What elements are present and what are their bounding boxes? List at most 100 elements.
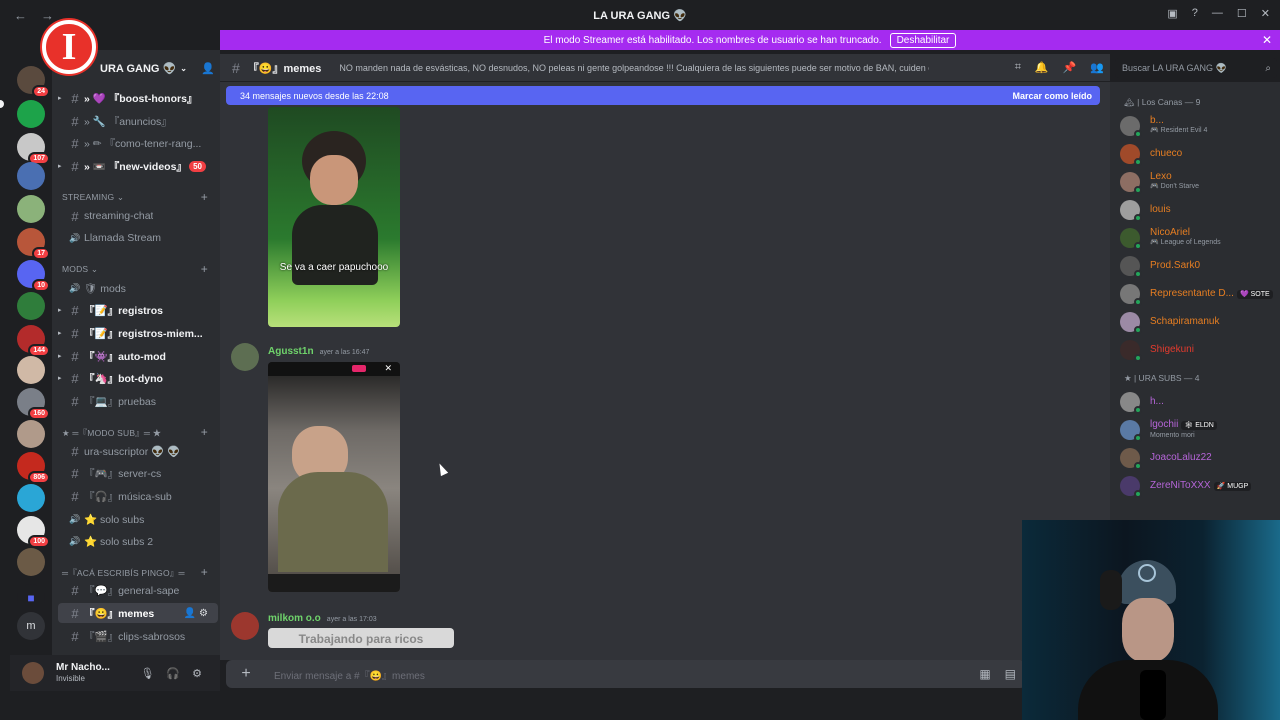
member-item[interactable]: JoacoLaluz22 [1120, 445, 1280, 471]
channel-item[interactable]: # 『🎮』server-cs [58, 463, 218, 483]
bell-icon[interactable]: 🔔 [1035, 61, 1049, 74]
channel-item[interactable]: 🔊 Llamada Stream [58, 228, 218, 248]
channel-item[interactable]: ▸ # 『👾』auto-mod [58, 346, 218, 366]
channel-category[interactable]: STREAMING ⌄ + [62, 190, 212, 204]
server-icon[interactable] [17, 100, 45, 128]
channel-item[interactable]: # 『💬』general-sape [58, 580, 218, 600]
disable-streamer-button[interactable]: Deshabilitar [889, 32, 957, 48]
server-m-icon[interactable]: m [17, 612, 45, 640]
invite-icon[interactable]: 👤 [201, 62, 215, 75]
add-channel-icon[interactable]: + [201, 565, 208, 579]
avatar [1120, 420, 1142, 442]
channel-item[interactable]: 🔊 🛡 mods [58, 278, 218, 298]
channel-item[interactable]: ▸ # » 💜 『boost-honors』 [58, 88, 218, 108]
server-icon[interactable]: 17 [17, 228, 50, 260]
member-item[interactable]: Prod.Sark0 [1120, 253, 1280, 279]
members-icon[interactable]: 👥 [1090, 61, 1104, 74]
video-screenshot[interactable]: ✕ [268, 362, 400, 592]
member-item[interactable]: lgochii 🕸 ELDN Momento mori [1120, 417, 1280, 443]
add-channel-icon[interactable]: + [201, 425, 208, 439]
channel-item[interactable]: # ura-suscriptor 👽 👽 [58, 441, 218, 461]
avatar [1120, 340, 1142, 362]
member-item[interactable]: h... [1120, 389, 1280, 415]
add-attachment-icon[interactable]: + [238, 665, 254, 683]
server-header[interactable]: URA GANG 👽 ⌄ 👤 [52, 50, 220, 86]
avatar[interactable] [231, 612, 259, 640]
server-icon[interactable] [17, 484, 45, 512]
member-item[interactable]: Lexo 🎮 Don't Starve [1120, 169, 1280, 195]
close-window-icon[interactable]: ✕ [1261, 7, 1270, 20]
server-icon[interactable] [17, 162, 45, 190]
mark-read-button[interactable]: Marcar como leído [1012, 91, 1092, 101]
message-composer[interactable]: + Enviar mensaje a #『😀』memes ▦ ▤ [226, 660, 1026, 688]
channel-item[interactable]: # 『💻』pruebas [58, 391, 218, 411]
new-messages-bar[interactable]: 34 mensajes nuevos desde las 22:08 Marca… [226, 86, 1100, 105]
message-input[interactable]: Enviar mensaje a #『😀』memes [274, 667, 425, 682]
server-icon[interactable] [17, 195, 45, 223]
pin-icon[interactable]: 📌 [1063, 61, 1077, 74]
meme-image[interactable]: Se va a caer papuchooo [268, 107, 400, 327]
member-item[interactable]: chueco [1120, 141, 1280, 167]
channel-item[interactable]: ▸ # » 📼 『new-videos』 50 [58, 156, 218, 176]
gear-icon[interactable]: ⚙ [192, 667, 202, 680]
avatar[interactable] [231, 343, 259, 371]
help-icon[interactable]: ? [1192, 7, 1198, 20]
forward-arrow-icon[interactable]: → [41, 8, 54, 23]
member-item[interactable]: Schapiramanuk [1120, 309, 1280, 335]
member-item[interactable]: b... 🎮 Resident Evil 4 [1120, 113, 1280, 139]
folder-icon[interactable]: ■ [17, 584, 45, 612]
server-icon[interactable]: 806 [17, 452, 50, 484]
close-icon[interactable]: ✕ [384, 363, 392, 374]
channel-item[interactable]: # streaming-chat [58, 206, 218, 226]
headphones-icon[interactable]: 🎧 [166, 667, 180, 680]
search-bar[interactable]: Buscar LA URA GANG 👽 ⌕ [1115, 58, 1277, 78]
server-icon[interactable]: 10 [17, 260, 50, 292]
microphone-icon[interactable]: 🎙 [140, 667, 154, 680]
server-icon[interactable]: 100 [17, 516, 50, 548]
search-input[interactable]: Buscar LA URA GANG 👽 [1122, 63, 1227, 74]
server-icon[interactable]: 144 [17, 325, 50, 357]
add-channel-icon[interactable]: + [201, 190, 208, 204]
channel-settings-icon[interactable]: 👤 ⚙ [184, 608, 208, 619]
channel-item[interactable]: ▸ # 『📝』registros-miem... [58, 323, 218, 343]
member-item[interactable]: Shigekuni [1120, 337, 1280, 363]
author-name[interactable]: milkom o.o [268, 613, 321, 624]
inbox-icon[interactable]: ▣ [1167, 7, 1177, 20]
channel-item[interactable]: # 『🎧』música-sub [58, 486, 218, 506]
channel-topic[interactable]: NO manden nada de esvásticas, NO desnudo… [339, 63, 929, 73]
channel-category[interactable]: ═『acá escribís pingo』═ + [62, 565, 212, 579]
member-item[interactable]: Representante D... 💜 SOTE [1120, 281, 1280, 307]
channel-item[interactable]: ▸ # 『🦄』bot-dyno [58, 368, 218, 388]
back-arrow-icon[interactable]: ← [14, 8, 27, 23]
message-preview-image[interactable]: Trabajando para ricos [268, 628, 454, 648]
member-item[interactable]: ZereNiToXXX 🚀 MUGP [1120, 473, 1280, 499]
server-icon[interactable] [17, 420, 45, 448]
author-name[interactable]: Agusst1n [268, 346, 314, 357]
channel-item[interactable]: 🔊 ⭐ solo subs [58, 509, 218, 529]
channel-item[interactable]: # » 🔧 『anuncios』 [58, 111, 218, 131]
threads-icon[interactable]: ⌗ [1015, 61, 1021, 74]
server-icon[interactable]: 107 [17, 133, 50, 165]
member-item[interactable]: louis [1120, 197, 1280, 223]
member-item[interactable]: NicoAriel 🎮 League of Legends [1120, 225, 1280, 251]
server-icon[interactable] [17, 292, 45, 320]
channel-category[interactable]: ★ ═『MODO SUB』═ ★ + [62, 425, 212, 439]
channel-item[interactable]: # 『🎬』clips-sabrosos [58, 626, 218, 646]
close-banner-icon[interactable]: ✕ [1262, 33, 1272, 47]
server-icon[interactable] [17, 548, 45, 576]
server-icon[interactable]: 24 [17, 66, 50, 98]
channel-item[interactable]: 🔊 ⭐ solo subs 2 [58, 531, 218, 551]
server-icon[interactable]: 160 [17, 388, 50, 420]
channel-category[interactable]: mods ⌄ + [62, 262, 212, 276]
gift-icon[interactable]: ▦ [979, 667, 990, 681]
minimize-icon[interactable]: — [1212, 7, 1223, 20]
message-header: Agusst1n ayer a las 16:47 [268, 346, 369, 357]
channel-item[interactable]: # » ✏ 『como-tener-rang... [58, 133, 218, 153]
channel-item[interactable]: # 『😀』memes 👤 ⚙ [58, 603, 218, 623]
add-channel-icon[interactable]: + [201, 262, 208, 276]
channel-item[interactable]: ▸ # 『📝』registros [58, 300, 218, 320]
maximize-icon[interactable]: ☐ [1237, 7, 1247, 20]
avatar[interactable] [22, 662, 44, 684]
server-icon[interactable] [17, 356, 45, 384]
gif-icon[interactable]: ▤ [1005, 667, 1016, 681]
